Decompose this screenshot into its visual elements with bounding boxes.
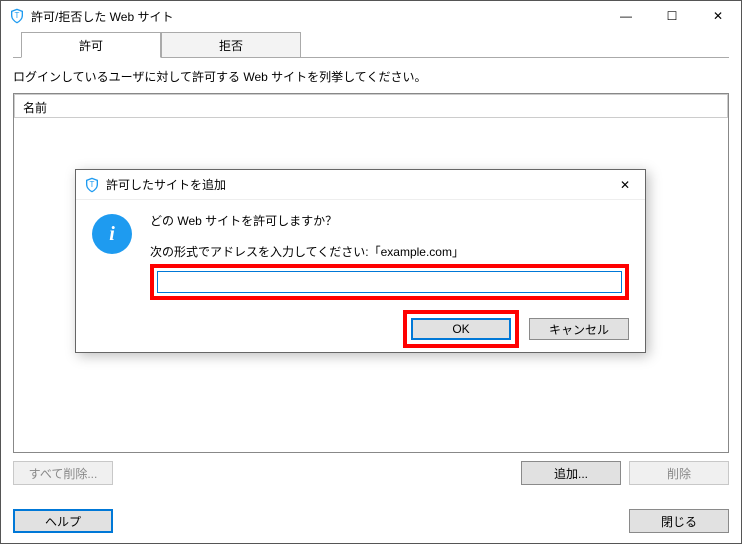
address-input[interactable] [157, 271, 622, 293]
dialog-body: i どの Web サイトを許可しますか？ 次の形式でアドレスを入力してください:… [76, 200, 645, 308]
dialog-title: 許可したサイトを追加 [106, 176, 605, 193]
titlebar: T 許可/拒否した Web サイト — ☐ ✕ [1, 1, 741, 31]
maximize-button[interactable]: ☐ [649, 1, 695, 31]
footer: ヘルプ 閉じる [13, 509, 729, 533]
list-buttons-row: すべて削除... 追加... 削除 [13, 461, 729, 485]
window-controls: — ☐ ✕ [603, 1, 741, 31]
help-button[interactable]: ヘルプ [13, 509, 113, 533]
highlight-input [150, 264, 629, 300]
remove-all-button: すべて削除... [13, 461, 113, 485]
info-icon: i [92, 214, 132, 254]
dialog-hint: 次の形式でアドレスを入力してください:「example.com」 [150, 243, 629, 260]
column-header-name[interactable]: 名前 [14, 94, 728, 118]
highlight-ok: OK [403, 310, 519, 348]
remove-button: 削除 [629, 461, 729, 485]
shield-icon: T [9, 8, 25, 24]
tabs: 許可 拒否 [21, 32, 729, 58]
minimize-button[interactable]: — [603, 1, 649, 31]
ok-button[interactable]: OK [411, 318, 511, 340]
dialog-question: どの Web サイトを許可しますか？ [150, 212, 629, 229]
svg-text:T: T [15, 11, 20, 20]
add-site-dialog: T 許可したサイトを追加 ✕ i どの Web サイトを許可しますか？ 次の形式… [75, 169, 646, 353]
close-button[interactable]: ✕ [695, 1, 741, 31]
close-window-button[interactable]: 閉じる [629, 509, 729, 533]
cancel-button[interactable]: キャンセル [529, 318, 629, 340]
dialog-titlebar: T 許可したサイトを追加 ✕ [76, 170, 645, 200]
svg-text:T: T [90, 180, 95, 189]
dialog-close-button[interactable]: ✕ [605, 170, 645, 199]
tab-allow[interactable]: 許可 [21, 32, 161, 58]
dialog-buttons: OK キャンセル [76, 308, 645, 358]
tab-deny[interactable]: 拒否 [161, 32, 301, 58]
add-button[interactable]: 追加... [521, 461, 621, 485]
window-title: 許可/拒否した Web サイト [31, 8, 603, 25]
shield-icon: T [84, 177, 100, 193]
instruction-text: ログインしているユーザに対して許可する Web サイトを列挙してください。 [13, 58, 729, 93]
